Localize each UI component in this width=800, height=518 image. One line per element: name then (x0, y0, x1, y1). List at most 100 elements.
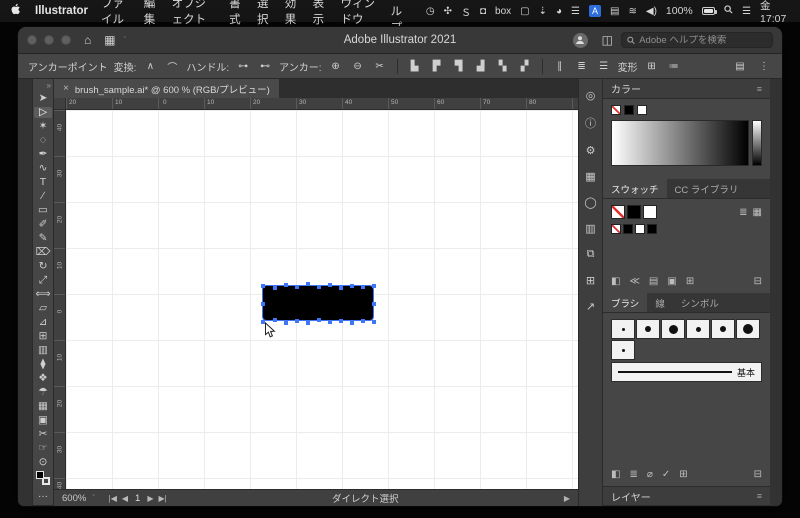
line-tool[interactable]: ∕ (34, 191, 52, 203)
color-guide-icon[interactable]: ◎ (586, 89, 596, 102)
zoom-button[interactable] (61, 35, 71, 45)
new-swatch-icon[interactable]: ⊞ (686, 276, 694, 287)
brush-libraries-icon[interactable]: ◧ (611, 469, 620, 480)
brush-item[interactable] (661, 319, 685, 339)
distribute-spacing-button[interactable]: ☰ (596, 58, 612, 74)
swatch-black-small[interactable] (623, 224, 633, 234)
panel-toggle-icon[interactable]: ◫ (602, 33, 613, 47)
distribute-vertical-button[interactable]: ≣ (574, 58, 590, 74)
input-source-badge[interactable]: A (589, 5, 602, 17)
eraser-tool[interactable]: ⌦ (34, 247, 52, 259)
remove-brush-stroke-icon[interactable]: ⌀ (647, 469, 653, 480)
vertical-ruler[interactable]: 40 30 20 10 0 10 20 30 40 (54, 110, 66, 489)
apple-menu[interactable] (10, 3, 22, 19)
lasso-tool[interactable]: ◌ (34, 135, 52, 147)
pattern-icon[interactable]: ▦ (585, 170, 595, 183)
graph-tool[interactable]: ▦ (34, 401, 52, 413)
align-left-button[interactable]: ▙ (407, 58, 423, 74)
first-artboard-button[interactable]: |◀ (109, 494, 117, 503)
free-transform-tool[interactable]: ▱ (34, 303, 52, 315)
circle-icon[interactable]: ◯ (584, 196, 596, 209)
black-swatch[interactable] (624, 105, 634, 115)
brush-menu-icon[interactable]: ≣ (629, 469, 637, 480)
align-center-button[interactable]: ▛ (429, 58, 445, 74)
type-tool[interactable]: T (34, 177, 52, 189)
spotlight-icon[interactable] (724, 5, 733, 17)
convert-to-corner-button[interactable]: ∧ (142, 58, 158, 74)
hide-handles-button[interactable]: ⊷ (257, 58, 273, 74)
none-swatch[interactable] (611, 105, 621, 115)
display-status-icon[interactable]: ▢ (520, 6, 529, 17)
next-artboard-button[interactable]: ▶ (147, 494, 153, 503)
eyedropper-tool[interactable]: ⧫ (34, 359, 52, 371)
brush-item[interactable] (611, 340, 635, 360)
menu-file[interactable]: ファイル (101, 0, 131, 27)
pen-tool[interactable]: ✒ (34, 149, 52, 161)
artboards-icon[interactable]: ⧉ (587, 248, 595, 261)
tab-symbols[interactable]: シンボル (673, 293, 727, 312)
window-titlebar[interactable]: ⌂ ▦ ˇ Adobe Illustrator 2021 ◫ (18, 27, 782, 54)
help-search-input[interactable] (639, 34, 767, 46)
menu-effect[interactable]: 効果 (285, 0, 300, 27)
menubar-app-name[interactable]: Illustrator (35, 5, 88, 17)
blend-tool[interactable]: ❖ (34, 373, 52, 385)
scale-tool[interactable]: ⤢ (34, 275, 52, 287)
artboard-number[interactable]: 1 (133, 493, 142, 504)
add-anchor-button[interactable]: ⊕ (328, 58, 344, 74)
libraries-icon[interactable]: ▥ (585, 222, 595, 235)
grayscale-ramp[interactable] (611, 120, 749, 166)
selection-tool[interactable]: ➤ (34, 93, 52, 105)
rectangle-tool[interactable]: ▭ (34, 205, 52, 217)
swatch-none[interactable] (611, 205, 625, 219)
canvas[interactable] (66, 110, 578, 489)
zoom-chevron-icon[interactable]: ˇ (92, 495, 94, 502)
last-artboard-button[interactable]: ▶| (159, 494, 167, 503)
minimize-button[interactable] (44, 35, 54, 45)
brush-item[interactable] (711, 319, 735, 339)
width-tool[interactable]: ⟺ (34, 289, 52, 301)
swatch-white-small[interactable] (635, 224, 645, 234)
curvature-tool[interactable]: ∿ (34, 163, 52, 175)
previous-artboard-button[interactable]: ◀ (122, 494, 128, 503)
brush-item[interactable] (736, 319, 760, 339)
brush-options-icon[interactable]: ✓ (662, 469, 670, 480)
panel-menu-icon[interactable]: ≡ (757, 84, 762, 94)
account-avatar[interactable] (572, 32, 588, 48)
cut-path-button[interactable]: ✂ (372, 58, 388, 74)
symbol-sprayer-tool[interactable]: ☂ (34, 387, 52, 399)
wave-status-icon[interactable]: ≋ (628, 6, 636, 17)
hand-tool[interactable]: ☞ (34, 443, 52, 455)
stack-icon[interactable]: ▤ (732, 58, 748, 74)
download-status-icon[interactable]: ⇣ (539, 6, 547, 17)
status-options-icon[interactable]: ▶ (564, 494, 570, 503)
brush-item[interactable] (686, 319, 710, 339)
gradient-tool[interactable]: ▥ (34, 345, 52, 357)
toolbar-collapse-icon[interactable]: » (47, 81, 51, 90)
swatch-registration[interactable] (611, 224, 621, 234)
brush-basic-item[interactable]: 基本 (611, 362, 762, 382)
menu-select[interactable]: 選択 (257, 0, 272, 27)
swatch-kinds-icon[interactable]: ▤ (649, 276, 658, 287)
tab-swatches[interactable]: スウォッチ (603, 179, 667, 198)
rotate-tool[interactable]: ↻ (34, 261, 52, 273)
new-brush-icon[interactable]: ⊞ (679, 469, 687, 480)
brush-item[interactable] (636, 319, 660, 339)
swatch-options-icon[interactable]: ▣ (667, 276, 676, 287)
swatch-black-small[interactable] (647, 224, 657, 234)
clock-status-icon[interactable]: ◷ (426, 6, 435, 17)
info-icon[interactable]: ⓘ (585, 115, 596, 131)
swatch-themes-icon[interactable]: ≪ (629, 276, 639, 287)
flower-status-icon[interactable]: ✣ (444, 6, 452, 17)
tab-cc-libraries[interactable]: CC ライブラリ (667, 179, 747, 198)
box-status-icon[interactable]: box (495, 6, 511, 17)
kebab-menu-icon[interactable]: ⋮ (756, 58, 772, 74)
swatch-black[interactable] (627, 205, 641, 219)
zoom-tool[interactable]: ⊙ (34, 457, 52, 469)
pie-status-icon[interactable]: ◕ (556, 6, 562, 17)
direct-selection-tool[interactable]: ▷ (34, 106, 52, 119)
layers-menu-icon[interactable]: ≡ (757, 491, 762, 501)
swatch-white[interactable] (643, 205, 657, 219)
tab-close-icon[interactable]: × (63, 83, 69, 94)
fill-stroke-proxy[interactable] (36, 471, 50, 485)
horizontal-ruler[interactable]: 20 10 0 10 20 30 40 50 60 70 80 (54, 98, 578, 110)
